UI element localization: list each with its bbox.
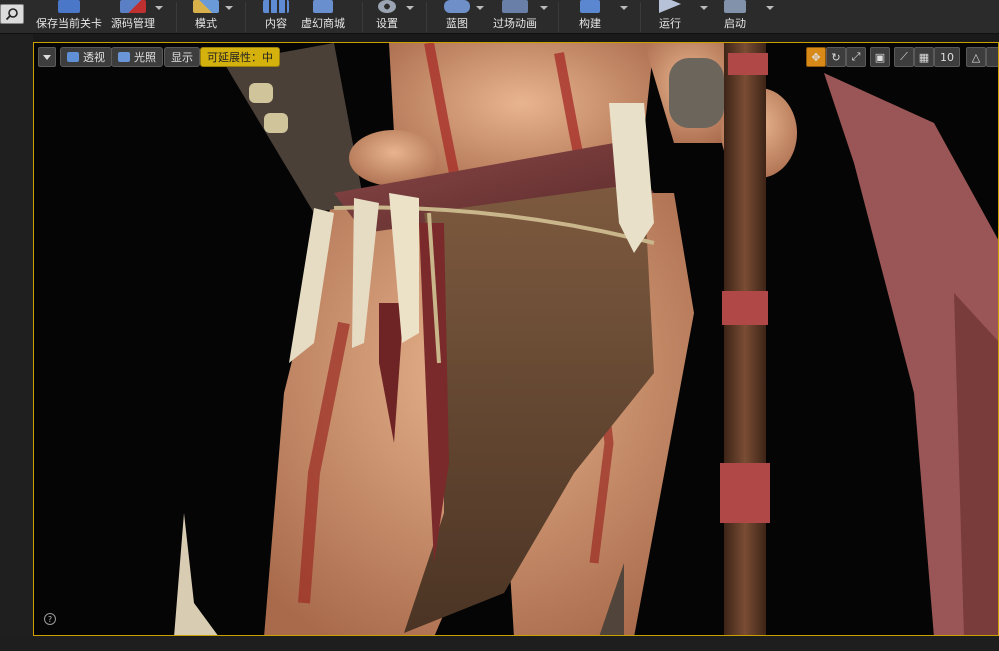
translate-tool-button[interactable]: ✥ — [806, 47, 826, 67]
build-button[interactable]: 构建 — [574, 0, 606, 34]
surface-snap-button[interactable]: ⟋ — [894, 47, 914, 67]
show-flags-button[interactable]: 显示 — [164, 47, 200, 67]
modes-button[interactable]: 模式 — [190, 0, 222, 34]
scale-tool-button[interactable]: ⤢ — [846, 47, 866, 67]
search-button[interactable] — [0, 4, 24, 24]
perspective-cube-icon — [67, 52, 79, 62]
play-icon — [659, 0, 681, 13]
toolbar-divider — [245, 2, 246, 32]
blueprints-button[interactable]: 蓝图 — [440, 0, 474, 34]
modes-icon — [193, 0, 219, 13]
toolbar-divider — [362, 2, 363, 32]
settings-dropdown[interactable] — [406, 6, 414, 10]
play-button[interactable]: 运行 — [654, 0, 686, 34]
level-viewport[interactable]: 透视 光照 显示 可延展性：中 ✥ ↻ ⤢ ▣ ⟋ ▦ 10 △ ? — [33, 42, 999, 636]
grid-snap-value[interactable]: 10 — [934, 47, 960, 67]
lit-sphere-icon — [118, 52, 130, 62]
source-control-icon — [120, 0, 146, 13]
save-level-button[interactable]: 保存当前关卡 — [36, 0, 102, 34]
search-icon — [5, 8, 18, 21]
viewport-scene — [174, 43, 998, 635]
coordinate-system-button[interactable]: ▣ — [870, 47, 890, 67]
bottom-panel-edge — [0, 636, 999, 651]
scale-icon: ⤢ — [851, 50, 861, 63]
angle-icon: △ — [971, 50, 981, 64]
lighting-mode-button[interactable]: 光照 — [111, 47, 163, 67]
build-dropdown[interactable] — [620, 6, 628, 10]
settings-button[interactable]: 设置 — [372, 0, 402, 34]
viewport-options-button[interactable] — [38, 47, 56, 67]
cinematics-button[interactable]: 过场动画 — [492, 0, 538, 34]
left-panel-edge — [0, 34, 33, 636]
grid-icon: ▦ — [918, 50, 930, 64]
save-icon — [58, 0, 80, 13]
rotate-tool-button[interactable]: ↻ — [826, 47, 846, 67]
toolbar-divider — [640, 2, 641, 32]
launch-icon — [724, 0, 746, 13]
scalability-warning-button[interactable]: 可延展性：中 — [200, 47, 280, 67]
world-cube-icon: ▣ — [874, 50, 886, 64]
toolbar-divider — [176, 2, 177, 32]
cinematics-dropdown[interactable] — [540, 6, 548, 10]
marketplace-icon — [313, 0, 333, 13]
rotation-snap-value[interactable] — [986, 47, 998, 67]
chevron-down-icon — [43, 54, 51, 60]
marketplace-button[interactable]: 虚幻商城 — [300, 0, 346, 34]
settings-icon — [378, 0, 396, 13]
cinematics-icon — [502, 0, 528, 13]
perspective-button[interactable]: 透视 — [60, 47, 112, 67]
blueprint-icon — [444, 0, 470, 13]
move-arrows-icon: ✥ — [811, 50, 821, 64]
play-dropdown[interactable] — [700, 6, 708, 10]
grid-snap-button[interactable]: ▦ — [914, 47, 934, 67]
content-button[interactable]: 内容 — [260, 0, 292, 34]
launch-button[interactable]: 启动 — [718, 0, 752, 34]
content-icon — [263, 0, 289, 13]
toolbar-divider — [426, 2, 427, 32]
main-toolbar: 保存当前关卡 源码管理 模式 内容 虚幻商城 设置 蓝图 过场动画 构建 运行 … — [0, 0, 999, 34]
rotation-snap-button[interactable]: △ — [966, 47, 986, 67]
source-control-button[interactable]: 源码管理 — [110, 0, 156, 34]
blueprints-dropdown[interactable] — [476, 6, 484, 10]
help-icon[interactable]: ? — [44, 613, 56, 625]
build-icon — [580, 0, 600, 13]
source-control-dropdown[interactable] — [155, 6, 163, 10]
modes-dropdown[interactable] — [225, 6, 233, 10]
surface-snap-icon: ⟋ — [900, 50, 908, 63]
rotate-icon: ↻ — [831, 50, 841, 64]
toolbar-divider — [558, 2, 559, 32]
launch-dropdown[interactable] — [766, 6, 774, 10]
